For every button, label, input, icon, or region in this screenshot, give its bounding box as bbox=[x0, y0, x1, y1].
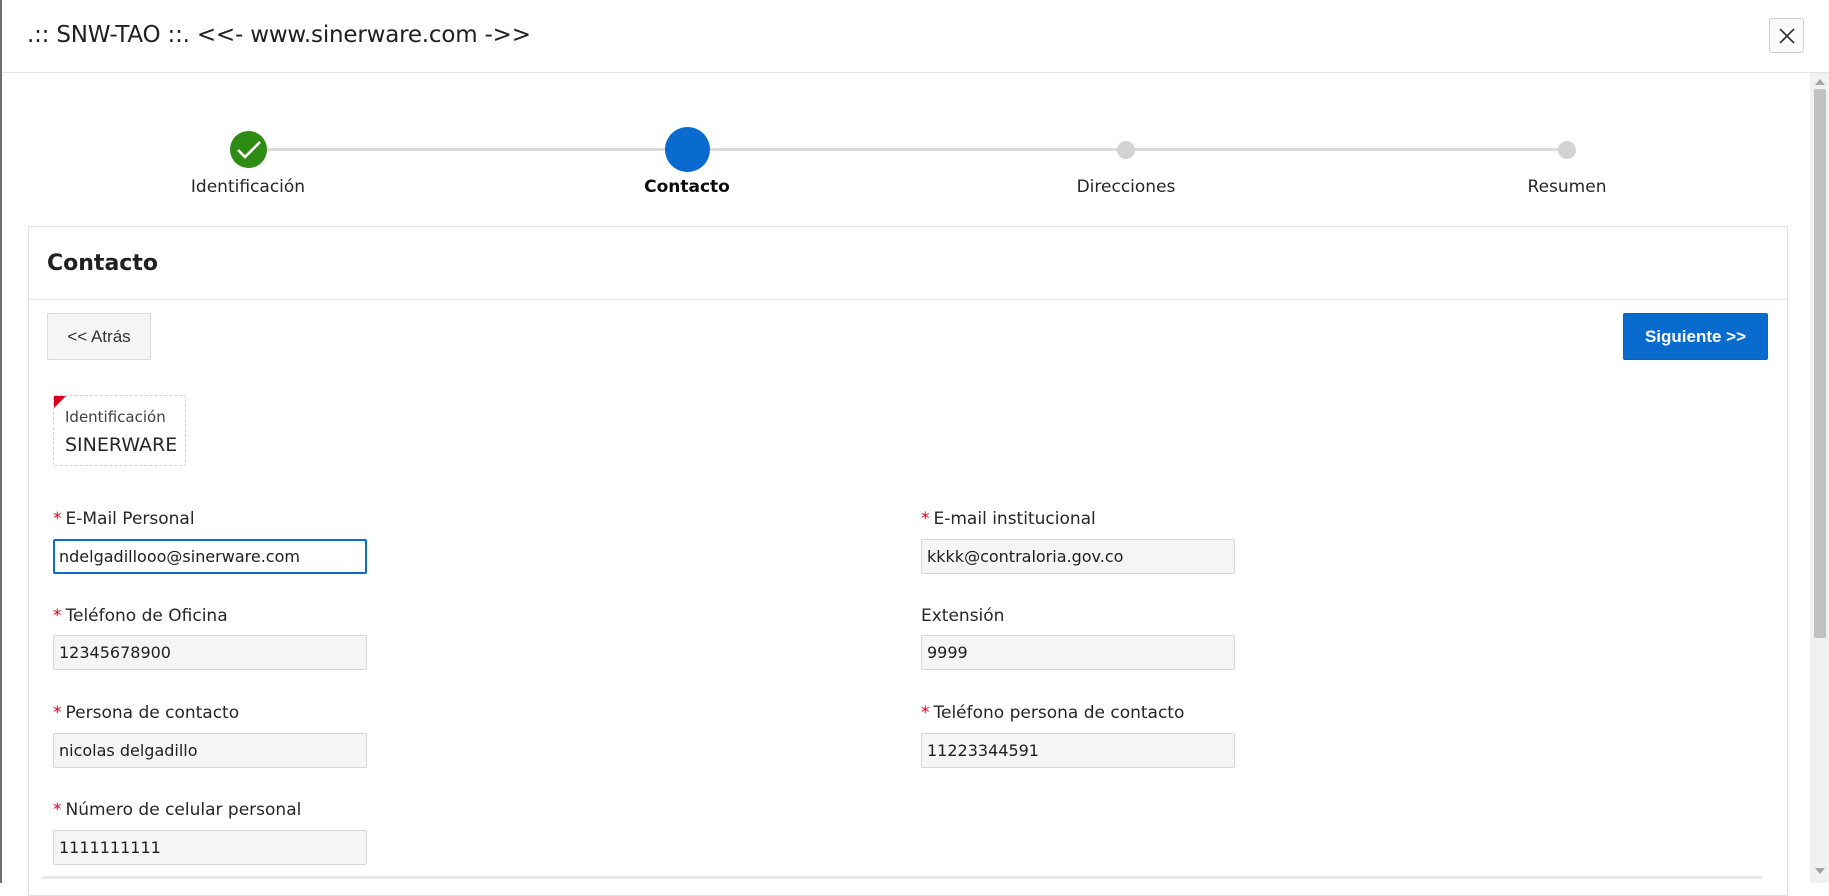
step-label-resumen: Resumen bbox=[1527, 177, 1607, 197]
extension-input[interactable] bbox=[921, 635, 1235, 670]
required-asterisk: * bbox=[53, 703, 62, 723]
identificacion-value: SINERWARE bbox=[65, 434, 178, 456]
vertical-scrollbar[interactable] bbox=[1810, 73, 1829, 883]
required-asterisk: * bbox=[53, 509, 62, 529]
step-identificacion-complete-marker bbox=[230, 131, 267, 168]
next-field-edge bbox=[42, 876, 1762, 879]
identificacion-display: Identificación SINERWARE bbox=[53, 395, 186, 466]
close-icon bbox=[1778, 27, 1795, 44]
telefono-persona-contacto-input[interactable] bbox=[921, 733, 1235, 768]
step-direcciones-marker bbox=[1117, 141, 1135, 159]
close-button[interactable] bbox=[1769, 18, 1804, 53]
telefono-oficina-label: * Teléfono de Oficina bbox=[53, 606, 228, 626]
wizard-progress: Identificación Contacto Direcciones Resu… bbox=[2, 73, 1810, 203]
email-personal-label: * E-Mail Personal bbox=[53, 509, 195, 529]
telefono-oficina-input[interactable] bbox=[53, 635, 367, 670]
persona-contacto-input[interactable] bbox=[53, 733, 367, 768]
dialog-title: .:: SNW-TAO ::. <<- www.sinerware.com ->… bbox=[27, 22, 531, 48]
email-institucional-input[interactable] bbox=[921, 539, 1235, 574]
step-contacto-current-marker bbox=[665, 127, 710, 172]
progress-track bbox=[248, 148, 1568, 151]
back-button[interactable]: << Atrás bbox=[47, 313, 151, 360]
telefono-persona-contacto-label: * Teléfono persona de contacto bbox=[921, 703, 1185, 723]
celular-personal-label: * Número de celular personal bbox=[53, 800, 302, 820]
email-personal-input[interactable] bbox=[53, 539, 367, 574]
check-icon bbox=[236, 140, 261, 159]
extension-label: Extensión bbox=[921, 606, 1005, 626]
required-asterisk: * bbox=[53, 800, 62, 820]
step-label-direcciones: Direcciones bbox=[1076, 177, 1176, 197]
required-asterisk: * bbox=[921, 703, 930, 723]
wizard-dialog: .:: SNW-TAO ::. <<- www.sinerware.com ->… bbox=[0, 0, 1829, 896]
celular-personal-input[interactable] bbox=[53, 830, 367, 865]
region-header: Contacto bbox=[29, 227, 1787, 300]
email-institucional-label: * E-mail institucional bbox=[921, 509, 1096, 529]
scrollbar-thumb[interactable] bbox=[1814, 89, 1826, 638]
dialog-header: .:: SNW-TAO ::. <<- www.sinerware.com ->… bbox=[2, 0, 1829, 73]
scroll-down-arrow-icon[interactable] bbox=[1815, 868, 1825, 874]
region-title: Contacto bbox=[47, 251, 158, 276]
identificacion-label: Identificación bbox=[65, 408, 166, 426]
persona-contacto-label: * Persona de contacto bbox=[53, 703, 240, 723]
required-asterisk: * bbox=[53, 606, 62, 626]
step-label-identificacion: Identificación bbox=[190, 177, 306, 197]
contacto-region: Contacto << Atrás Siguiente >> Identific… bbox=[28, 226, 1788, 896]
step-label-contacto: Contacto bbox=[644, 177, 730, 197]
scroll-up-arrow-icon[interactable] bbox=[1815, 79, 1825, 85]
next-button[interactable]: Siguiente >> bbox=[1623, 313, 1768, 360]
step-resumen-marker bbox=[1558, 141, 1576, 159]
required-asterisk: * bbox=[921, 509, 930, 529]
required-corner-indicator bbox=[54, 396, 66, 408]
